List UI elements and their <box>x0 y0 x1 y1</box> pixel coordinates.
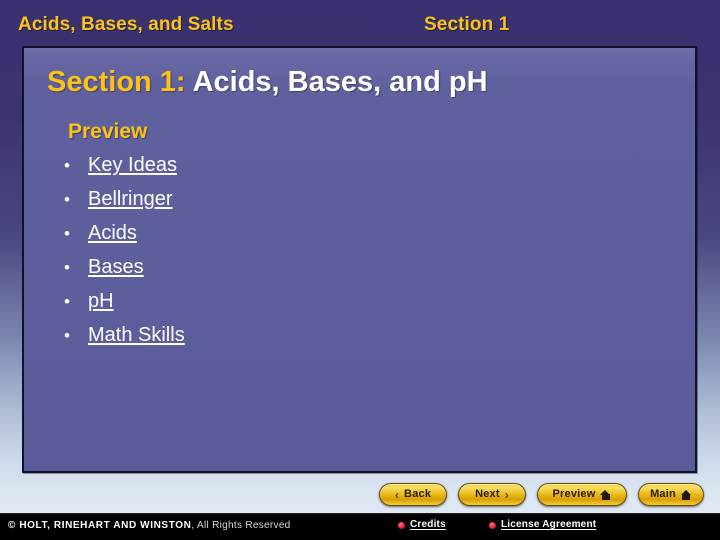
bullet-icon: • <box>64 190 70 209</box>
preview-link-math-skills[interactable]: Math Skills <box>88 324 185 347</box>
list-item[interactable]: • Bases <box>64 256 185 290</box>
slide-title-accent: Section 1: <box>47 66 186 98</box>
back-button-label: Back <box>404 488 432 500</box>
list-item[interactable]: • Key Ideas <box>64 154 185 188</box>
main-button-label: Main <box>650 488 676 500</box>
preview-button-label: Preview <box>552 488 596 500</box>
license-link-label: License Agreement <box>501 519 597 530</box>
slide-title-main: Acids, Bases, and pH <box>192 66 488 98</box>
list-item[interactable]: • Bellringer <box>64 188 185 222</box>
home-icon <box>680 489 692 500</box>
header-section-label: Section 1 <box>424 14 510 35</box>
list-item[interactable]: • Math Skills <box>64 324 185 358</box>
presentation-slide: Acids, Bases, and Salts Section 1 Sectio… <box>0 0 720 540</box>
next-button-label: Next <box>475 488 500 500</box>
next-button[interactable]: Next › <box>458 483 526 506</box>
preview-link-bases[interactable]: Bases <box>88 256 144 279</box>
main-button[interactable]: Main <box>638 483 704 506</box>
home-icon <box>600 489 611 500</box>
list-item[interactable]: • Acids <box>64 222 185 256</box>
bullet-icon: • <box>64 292 70 311</box>
preview-heading: Preview <box>68 120 148 143</box>
bullet-dot-icon <box>398 521 405 529</box>
license-agreement-link[interactable]: License Agreement <box>489 520 596 530</box>
preview-link-ph[interactable]: pH <box>88 290 114 313</box>
navigation-bar: ‹ Back Next › Preview Main <box>0 483 720 507</box>
preview-link-list: • Key Ideas • Bellringer • Acids • Bases… <box>64 154 185 358</box>
bullet-icon: • <box>64 224 70 243</box>
content-panel: Section 1: Acids, Bases, and pH Preview … <box>22 46 697 473</box>
bullet-icon: • <box>64 326 70 345</box>
chevron-left-icon: ‹ <box>394 487 400 502</box>
copyright-rights: , All Rights Reserved <box>191 520 291 531</box>
footer-bar: © HOLT, RINEHART AND WINSTON, All Rights… <box>0 513 720 540</box>
credits-link[interactable]: Credits <box>398 520 446 530</box>
chevron-right-icon: › <box>504 487 509 502</box>
slide-header: Acids, Bases, and Salts Section 1 <box>0 14 720 42</box>
header-chapter-title: Acids, Bases, and Salts <box>18 14 234 35</box>
preview-link-bellringer[interactable]: Bellringer <box>88 188 172 211</box>
copyright-notice: © HOLT, RINEHART AND WINSTON, All Rights… <box>8 521 291 531</box>
copyright-publisher: © HOLT, RINEHART AND WINSTON <box>8 520 192 531</box>
credits-link-label: Credits <box>410 519 446 530</box>
bullet-icon: • <box>64 156 70 175</box>
bullet-icon: • <box>64 258 70 277</box>
preview-link-key-ideas[interactable]: Key Ideas <box>88 154 177 177</box>
back-button[interactable]: ‹ Back <box>379 483 447 506</box>
bullet-dot-icon <box>489 521 496 529</box>
preview-link-acids[interactable]: Acids <box>88 222 137 245</box>
slide-title: Section 1: Acids, Bases, and pH <box>47 66 488 99</box>
preview-button[interactable]: Preview <box>537 483 627 506</box>
list-item[interactable]: • pH <box>64 290 185 324</box>
